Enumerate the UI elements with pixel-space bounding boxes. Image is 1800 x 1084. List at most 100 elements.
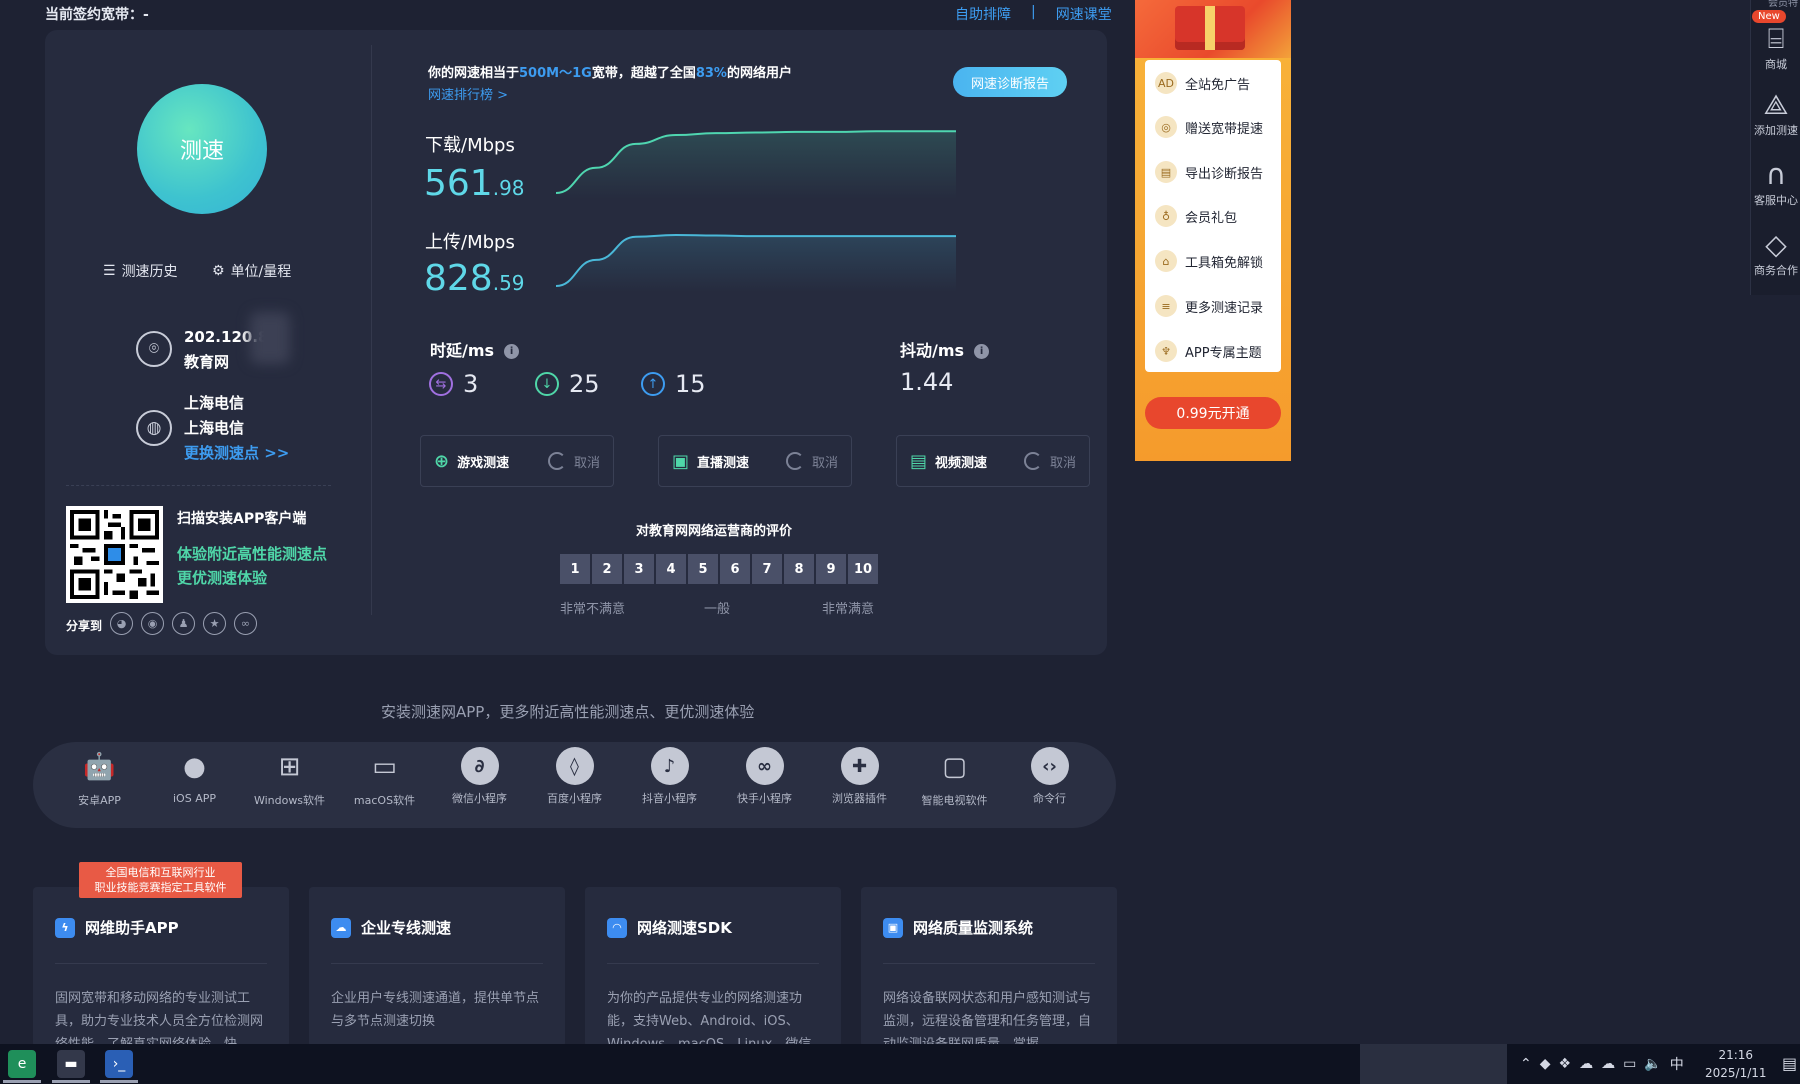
download-dec: .98 xyxy=(492,176,525,200)
diagnosis-report-button[interactable]: 网速诊断报告 xyxy=(953,67,1067,97)
app-download-list: 🤖 安卓APP ● iOS APP ⊞ Windows软件 ▭ macOS软件 ∂ 微信小… xyxy=(52,747,1097,808)
self-troubleshoot-link[interactable]: 自助排障 xyxy=(955,4,1011,24)
divider xyxy=(371,45,372,615)
copy-link-icon[interactable]: ∞ xyxy=(234,612,257,635)
terminal-taskbar-icon[interactable]: ▬ xyxy=(57,1050,85,1078)
clock-date: 2025/1/11 xyxy=(1705,1066,1767,1080)
wechat-icon[interactable]: ◕ xyxy=(110,612,133,635)
loading-spinner-icon xyxy=(1023,452,1042,470)
app-cli[interactable]: ‹› 命令行 xyxy=(1002,747,1097,808)
product-card-monitoring[interactable]: ▣ 网络质量监测系统 网络设备联网状态和用户感知测试与监测，远程设备管理和任务管理… xyxy=(861,887,1117,1052)
rating-3[interactable]: 3 xyxy=(624,554,654,584)
rating-10[interactable]: 10 xyxy=(848,554,878,584)
unit-range-label: 单位/量程 xyxy=(230,264,292,280)
rating-7[interactable]: 7 xyxy=(752,554,782,584)
ime-indicator[interactable]: 中 xyxy=(1670,1054,1684,1074)
app-smart-tv[interactable]: ▢ 智能电视软件 xyxy=(907,747,1002,808)
download-int: 561 xyxy=(424,163,493,204)
qq-icon[interactable]: ♟ xyxy=(172,612,195,635)
summary-percent: 83% xyxy=(695,66,727,81)
app-windows[interactable]: ⊞ Windows软件 xyxy=(242,747,337,808)
divider xyxy=(883,963,1095,964)
summary-mid: 宽带，超越了全国 xyxy=(591,66,696,81)
gamepad-icon: ⊕ xyxy=(434,450,450,472)
share-icons: ◕ ◉ ♟ ★ ∞ xyxy=(110,612,257,635)
rating-1[interactable]: 1 xyxy=(560,554,590,584)
app-android[interactable]: 🤖 安卓APP xyxy=(52,747,147,808)
app-macos[interactable]: ▭ macOS软件 xyxy=(337,747,432,808)
cancel-button[interactable]: 取消 xyxy=(1050,452,1076,471)
taskbar-search-area[interactable] xyxy=(1360,1044,1507,1084)
rating-2[interactable]: 2 xyxy=(592,554,622,584)
change-node-link[interactable]: 更换测速点 >> xyxy=(184,441,289,466)
jitter-label: 抖动/ms i xyxy=(900,337,990,361)
app-tray-icon[interactable]: ◆ xyxy=(1540,1056,1551,1072)
product-card-netassistant[interactable]: ϟ 网维助手APP 固网宽带和移动网络的专业测试工具，助力专业技术人员全方位检测网… xyxy=(33,887,289,1052)
benefit-theme: ♆ APP专属主题 xyxy=(1155,340,1262,362)
dropbox-icon[interactable]: ❖ xyxy=(1559,1056,1572,1072)
rating-low-label: 非常不满意 xyxy=(560,602,626,617)
onedrive-icon[interactable]: ☁ xyxy=(1601,1056,1615,1072)
app-douyin-mini[interactable]: ♪ 抖音小程序 xyxy=(622,747,717,808)
chevron-up-icon[interactable]: ⌃ xyxy=(1520,1056,1532,1072)
app-kuaishou-mini[interactable]: ∞ 快手小程序 xyxy=(717,747,812,808)
loading-spinner-icon xyxy=(785,452,804,470)
product-card-sdk[interactable]: ◠ 网络测速SDK 为你的产品提供专业的网络测速功能，支持Web、Android、… xyxy=(585,887,841,1052)
weibo-icon[interactable]: ◉ xyxy=(141,612,164,635)
volume-icon[interactable]: 🔈 xyxy=(1644,1056,1661,1072)
sidebar-item-label: 添加测速 xyxy=(1754,124,1798,137)
product-title-text: 网络测速SDK xyxy=(637,919,732,937)
app-install-text: 安装测速网APP，更多附近高性能测速点、更优测速体验 xyxy=(381,703,755,721)
app-label: 智能电视软件 xyxy=(921,794,988,807)
product-desc: 企业用户专线测速通道，提供单节点与多节点测速切换 xyxy=(331,991,540,1029)
info-icon[interactable]: i xyxy=(504,344,520,359)
sidebar-item-add-test[interactable]: ⟁ 添加测速 xyxy=(1752,88,1800,138)
history-link[interactable]: ☰ 测速历史 xyxy=(103,261,178,281)
app-wechat-mini[interactable]: ∂ 微信小程序 xyxy=(432,747,527,808)
clock[interactable]: 21:16 2025/1/11 xyxy=(1705,1046,1767,1082)
qzone-icon[interactable]: ★ xyxy=(203,612,226,635)
ip-mask xyxy=(250,312,290,364)
network-icon[interactable]: ▭ xyxy=(1623,1056,1636,1072)
rating-8[interactable]: 8 xyxy=(784,554,814,584)
active-indicator xyxy=(100,1080,138,1083)
benefit-toolbox: ⌂ 工具箱免解锁 xyxy=(1155,250,1263,272)
notification-icon[interactable]: ▤ xyxy=(1782,1054,1797,1073)
gift-icon: ♁ xyxy=(1155,205,1177,227)
vip-open-button[interactable]: 0.99元开通 xyxy=(1145,397,1281,429)
speed-rank-link[interactable]: 网速排行榜 > xyxy=(428,84,508,103)
product-title: ϟ 网维助手APP xyxy=(55,917,179,938)
info-icon[interactable]: i xyxy=(974,344,990,359)
benefit-label: 会员礼包 xyxy=(1185,210,1238,226)
cancel-button[interactable]: 取消 xyxy=(812,452,838,471)
rating-4[interactable]: 4 xyxy=(656,554,686,584)
start-speedtest-button[interactable]: 测速 xyxy=(137,84,267,214)
browser-taskbar-icon[interactable]: e xyxy=(8,1050,36,1078)
app-ios[interactable]: ● iOS APP xyxy=(147,747,242,808)
share-label: 分享到 xyxy=(66,619,103,633)
latency-down-value: 25 xyxy=(569,370,600,398)
app-browser-plugin[interactable]: ✚ 浏览器插件 xyxy=(812,747,907,808)
sidebar-item-support[interactable]: ∩ 客服中心 xyxy=(1752,158,1800,208)
unit-range-link[interactable]: ⚙ 单位/量程 xyxy=(212,261,291,281)
app-baidu-mini[interactable]: ◊ 百度小程序 xyxy=(527,747,622,808)
apple-icon: ● xyxy=(183,752,206,782)
cloud-icon[interactable]: ☁ xyxy=(1579,1056,1593,1072)
wechat-mini-icon: ∂ xyxy=(460,747,499,785)
film-icon: ▤ xyxy=(910,450,928,472)
cancel-button[interactable]: 取消 xyxy=(574,452,600,471)
sidebar-item-business[interactable]: ◇ 商务合作 xyxy=(1752,228,1800,278)
system-tray: ⌃ ◆ ❖ ☁ ☁ ▭ 🔈 中 xyxy=(1520,1054,1684,1074)
video-speedtest-box[interactable]: ▤ 视频测速 取消 xyxy=(896,435,1090,487)
speed-class-link[interactable]: 网速课堂 xyxy=(1056,4,1112,24)
shirt-icon: ♆ xyxy=(1155,340,1177,362)
live-speedtest-box[interactable]: ▣ 直播测速 取消 xyxy=(658,435,852,487)
rating-9[interactable]: 9 xyxy=(816,554,846,584)
rating-6[interactable]: 6 xyxy=(720,554,750,584)
game-speedtest-box[interactable]: ⊕ 游戏测速 取消 xyxy=(420,435,614,487)
product-card-enterprise[interactable]: ☁ 企业专线测速 企业用户专线测速通道，提供单节点与多节点测速切换 xyxy=(309,887,565,1047)
sidebar-item-store[interactable]: ⌸ 商城 xyxy=(1752,22,1800,72)
rating-5[interactable]: 5 xyxy=(688,554,718,584)
windows-icon: ⊞ xyxy=(278,752,301,782)
powershell-taskbar-icon[interactable]: ›_ xyxy=(105,1050,133,1078)
